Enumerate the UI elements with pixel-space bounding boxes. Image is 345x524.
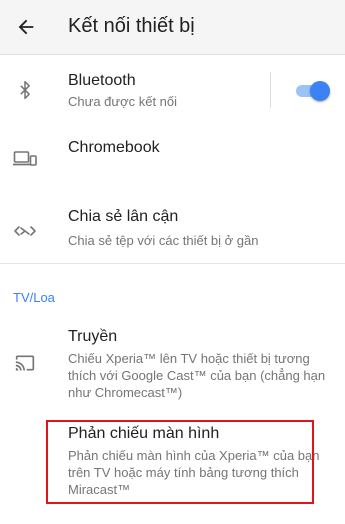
nearby-share-icon (12, 218, 38, 244)
bluetooth-toggle[interactable] (296, 80, 332, 102)
section-header-tv-speaker: TV/Loa (13, 290, 55, 305)
arrow-left-icon (18, 19, 34, 35)
cast-icon (12, 350, 38, 376)
toggle-thumb (310, 81, 330, 101)
bluetooth-icon (12, 77, 38, 103)
nearby-share-row[interactable]: Chia sẻ lân cận Chia sẻ tệp với các thiế… (0, 192, 345, 262)
chromebook-title: Chromebook (68, 139, 160, 156)
page-title: Kết nối thiết bị (68, 15, 195, 37)
bluetooth-row[interactable]: Bluetooth Chưa được kết nối (0, 55, 345, 128)
app-bar: Kết nối thiết bị (0, 0, 345, 55)
cast-row[interactable]: Truyền Chiếu Xperia™ lên TV hoặc thiết b… (0, 320, 345, 408)
cast-title: Truyền (68, 328, 118, 345)
back-button[interactable] (12, 13, 40, 41)
section-divider (0, 263, 345, 264)
nearby-share-subtitle: Chia sẻ tệp với các thiết bị ở gần (68, 233, 259, 248)
chromebook-row[interactable]: Chromebook (0, 128, 345, 188)
nearby-share-title: Chia sẻ lân cận (68, 208, 179, 225)
laptop-phone-icon (12, 146, 38, 172)
highlight-box (46, 420, 314, 504)
bluetooth-title: Bluetooth (68, 72, 136, 89)
bluetooth-status: Chưa được kết nối (68, 94, 178, 109)
row-divider (270, 72, 271, 108)
cast-subtitle: Chiếu Xperia™ lên TV hoặc thiết bị tương… (68, 351, 326, 400)
